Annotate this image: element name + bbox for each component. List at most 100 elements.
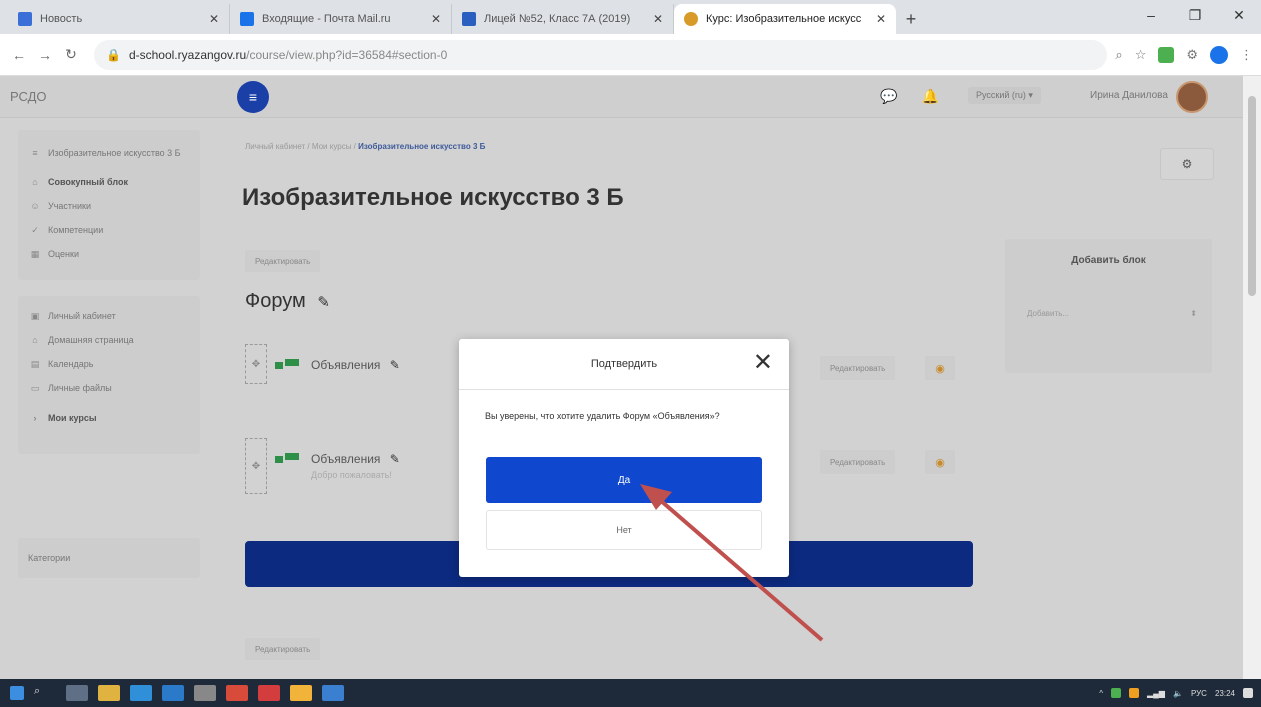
sidebar-item-home[interactable]: ⌂ Домашняя страница [18,328,200,352]
eye-icon[interactable]: ◉ [925,356,955,380]
language-menu[interactable]: Русский (ru) ▾ [968,87,1041,104]
add-block-select[interactable]: Добавить... ⬍ [1027,309,1197,318]
forward-icon[interactable]: → [34,47,56,63]
notifications-icon[interactable] [1243,688,1253,698]
sidebar-item-participants[interactable]: ☺ Участники [18,194,200,218]
tray-app-icon[interactable] [1110,688,1121,698]
eye-icon[interactable]: ◉ [925,450,955,474]
scrollbar-thumb[interactable] [1248,96,1256,296]
reload-icon[interactable]: ↻ [60,46,82,63]
start-windows-icon[interactable] [10,686,24,700]
page-scrollbar[interactable] [1243,76,1261,679]
browser-tab-active[interactable]: Курс: Изобразительное искусс ✕ [674,4,896,34]
tab-close-icon[interactable]: ✕ [209,12,219,26]
app-icon[interactable] [258,685,280,701]
breadcrumb-current[interactable]: Изобразительное искусство 3 Б [358,142,485,151]
confirm-no-button[interactable]: Нет [486,510,762,550]
zoom-icon[interactable]: ⌕ [1115,47,1122,63]
bookmark-star-icon[interactable]: ☆ [1135,47,1147,63]
user-name[interactable]: Ирина Данилова [1090,90,1168,101]
activity-edit-button[interactable]: Редактировать [820,450,896,474]
clock[interactable]: 23:24 [1215,689,1235,698]
address-bar: ← → ↻ 🔒 d-school.ryazangov.ru /course/vi… [0,34,1261,76]
sidebar-item-files[interactable]: ▭ Личные файлы [18,376,200,400]
sidebar-item-course[interactable]: ≡ Изобразительное искусство 3 Б [18,136,200,170]
browser-tab[interactable]: Лицей №52, Класс 7А (2019) ✕ [452,4,674,34]
browser-menu-icon[interactable]: ⋮ [1240,47,1253,63]
pencil-edit-icon[interactable]: ✎ [317,294,330,311]
dashboard-icon: ▣ [30,310,40,321]
url-host: d-school.ryazangov.ru [128,47,247,62]
pencil-edit-icon[interactable]: ✎ [390,358,400,372]
language-indicator[interactable]: РУС [1191,689,1207,698]
activity-description: Добро пожаловать! [311,470,392,480]
menu-icon: ≡ [32,148,38,158]
site-brand[interactable]: РСДО [10,89,47,104]
back-icon[interactable]: ← [8,47,30,63]
volume-icon[interactable]: 🔈 [1173,689,1183,698]
course-nav-block: ≡ Изобразительное искусство 3 Б ⌂ Совоку… [18,130,200,280]
tab-favicon-icon [240,12,254,26]
activity-name[interactable]: Объявления ✎ [311,358,400,372]
edge-browser-icon[interactable] [130,685,152,701]
sidebar-item-grades[interactable]: ▦ Оценки [18,242,200,266]
close-icon[interactable]: ✕ [753,349,773,377]
sidebar-item-dashboard[interactable]: ▣ Личный кабинет [18,304,200,328]
sidebar-item-blocks[interactable]: ⌂ Совокупный блок [18,170,200,194]
notifications-bell-icon[interactable]: 🔔 [921,88,938,105]
activity-edit-button[interactable]: Редактировать [820,356,896,380]
tab-title: Лицей №52, Класс 7А (2019) [484,13,631,25]
grid-icon: ▦ [30,248,40,259]
extension-icon[interactable] [1158,46,1175,63]
new-tab-button[interactable]: + [896,4,926,34]
sidebar-item-competencies[interactable]: ✓ Компетенции [18,218,200,242]
activity-name-text: Объявления [311,358,381,372]
course-settings-button[interactable]: ⚙ [1160,148,1214,180]
profile-icon[interactable] [1210,45,1228,64]
system-tray: ^ ▂▄▆ 🔈 РУС 23:24 [1099,679,1253,707]
section-edit-button[interactable]: Редактировать [245,250,321,272]
section-edit-button[interactable]: Редактировать [245,638,321,660]
app-icon[interactable] [322,685,344,701]
url-path: /course/view.php?id=36584#section-0 [246,47,448,62]
sidebar-item-categories[interactable]: Категории [18,538,200,578]
browser-tab[interactable]: Входящие - Почта Mail.ru ✕ [230,4,452,34]
tray-app-icon[interactable] [1128,688,1139,698]
file-explorer-icon[interactable] [98,685,120,701]
app-icon[interactable] [226,685,248,701]
tab-close-icon[interactable]: ✕ [876,12,886,26]
tray-chevron-icon[interactable]: ^ [1099,689,1103,698]
network-icon[interactable]: ▂▄▆ [1147,689,1165,698]
search-icon[interactable]: ⌕ [34,685,56,701]
extension-puzzle-icon[interactable]: ⚙ [1186,47,1198,63]
mail-icon[interactable] [162,685,184,701]
messages-icon[interactable]: 💬 [880,88,897,105]
confirm-dialog: Подтвердить ✕ Вы уверены, что хотите уда… [459,339,789,577]
store-icon[interactable] [194,685,216,701]
maximize-icon[interactable]: ❐ [1173,0,1217,30]
pencil-edit-icon[interactable]: ✎ [390,452,400,466]
avatar[interactable] [1176,81,1208,113]
chevron-down-icon: ⬍ [1190,309,1197,318]
sidebar-item-label: Изобразительное искусство 3 Б [48,148,181,158]
sidebar-item-label: Оценки [48,249,79,259]
sidebar-item-my-courses[interactable]: › Мои курсы [18,406,200,430]
dialog-message: Вы уверены, что хотите удалить Форум «Об… [485,411,720,421]
move-handle-icon[interactable]: ✥ [245,438,267,494]
chrome-icon[interactable] [290,685,312,701]
tab-close-icon[interactable]: ✕ [653,12,663,26]
windows-taskbar: ⌕ ^ ▂▄▆ 🔈 РУС 23:24 [0,679,1261,707]
close-window-icon[interactable]: ✕ [1217,0,1261,30]
drawer-toggle-button[interactable]: ≡ [237,81,269,113]
confirm-yes-button[interactable]: Да [486,457,762,503]
move-handle-icon[interactable]: ✥ [245,344,267,384]
users-icon: ☺ [30,201,40,211]
task-view-icon[interactable] [66,685,88,701]
breadcrumb-path[interactable]: Личный кабинет / Мои курсы / [245,142,356,151]
sidebar-item-calendar[interactable]: ▤ Календарь [18,352,200,376]
url-field[interactable]: 🔒 d-school.ryazangov.ru /course/view.php… [94,39,1108,70]
browser-tab[interactable]: Новость ✕ [8,4,230,34]
minimize-icon[interactable]: – [1129,0,1173,30]
tab-close-icon[interactable]: ✕ [431,12,441,26]
activity-name[interactable]: Объявления ✎ [311,452,400,466]
